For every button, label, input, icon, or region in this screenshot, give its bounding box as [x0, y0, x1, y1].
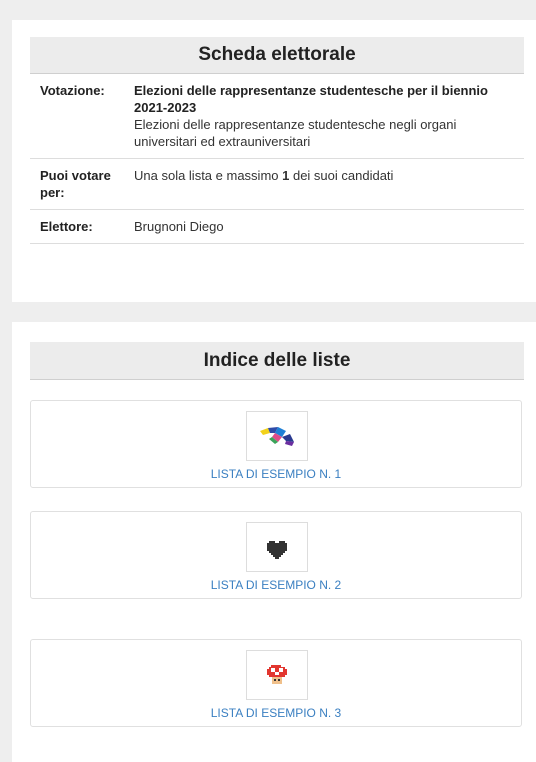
list-logo[interactable]: [246, 522, 308, 572]
list-link[interactable]: LISTA DI ESEMPIO N. 1: [31, 467, 521, 481]
black-heart-logo-icon: [267, 541, 287, 559]
elettore-label: Elettore:: [30, 209, 124, 244]
ballot-panel: Scheda elettorale Votazione: Elezioni de…: [12, 20, 536, 302]
table-row: Puoi votare per: Una sola lista e massim…: [30, 158, 524, 210]
elettore-value: Brugnoni Diego: [124, 209, 524, 244]
list-logo[interactable]: [246, 411, 308, 461]
vote-rule-text-before: Una sola lista e massimo: [134, 168, 283, 183]
list-card[interactable]: LISTA DI ESEMPIO N. 1: [30, 400, 522, 488]
ballot-title: Scheda elettorale: [30, 37, 524, 74]
table-row: Votazione: Elezioni delle rappresentanze…: [30, 74, 524, 159]
list-link[interactable]: LISTA DI ESEMPIO N. 3: [31, 706, 521, 720]
ballot-details-table: Votazione: Elezioni delle rappresentanze…: [30, 74, 524, 244]
list-card[interactable]: LISTA DI ESEMPIO N. 3: [30, 639, 522, 727]
election-description: Elezioni delle rappresentanze studentesc…: [134, 117, 457, 149]
votazione-value: Elezioni delle rappresentanze studentesc…: [124, 74, 524, 159]
lists-index-panel: Indice delle liste LISTA DI ESEMPIO N. 1…: [12, 322, 536, 762]
list-card[interactable]: LISTA DI ESEMPIO N. 2: [30, 511, 522, 599]
list-logo[interactable]: [246, 650, 308, 700]
votazione-label: Votazione:: [30, 74, 124, 159]
puoi-votare-label: Puoi votare per:: [30, 158, 124, 210]
list-link[interactable]: LISTA DI ESEMPIO N. 2: [31, 578, 521, 592]
red-mushroom-logo-icon: [267, 665, 287, 684]
election-title: Elezioni delle rappresentanze studentesc…: [134, 83, 488, 115]
lists-index-title: Indice delle liste: [30, 342, 524, 380]
colorful-bird-logo-icon: [260, 427, 294, 446]
puoi-votare-value: Una sola lista e massimo 1 dei suoi cand…: [124, 158, 524, 210]
table-row: Elettore: Brugnoni Diego: [30, 209, 524, 244]
vote-rule-text-after: dei suoi candidati: [289, 168, 394, 183]
